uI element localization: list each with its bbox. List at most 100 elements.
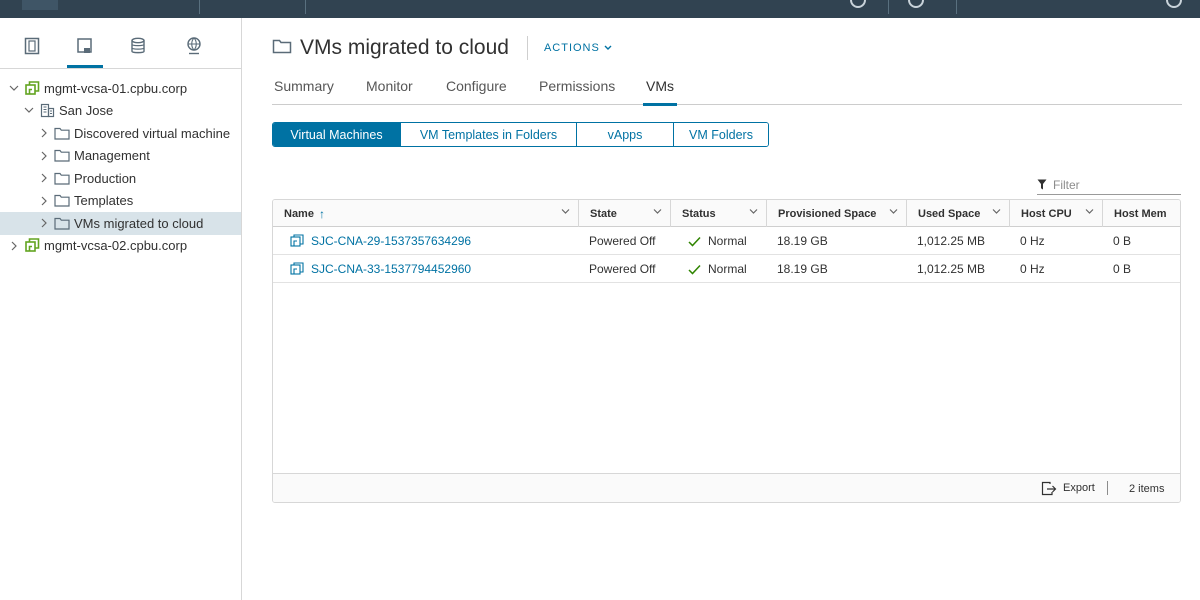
title-row: VMs migrated to cloud ACTIONS (272, 35, 612, 61)
tree-node[interactable]: mgmt-vcsa-02.cpbu.corp (0, 235, 241, 258)
actions-label: ACTIONS (543, 42, 600, 54)
chevron-down-icon[interactable] (992, 208, 1001, 215)
vcenter-icon (24, 80, 40, 96)
chevron-down-icon[interactable] (561, 208, 570, 215)
chevron-right-icon[interactable] (38, 127, 50, 139)
column-header-used-space[interactable]: Used Space (906, 200, 1009, 227)
vm-icon (290, 234, 304, 247)
folder-icon (54, 170, 70, 186)
tree-node[interactable]: Management (0, 145, 241, 168)
table-row[interactable]: SJC-CNA-33-1537794452960 Powered Off Nor… (273, 255, 1180, 283)
column-header-label: State (590, 207, 617, 220)
chevron-down-icon[interactable] (889, 208, 898, 215)
column-header-state[interactable]: State (578, 200, 670, 227)
vm-used-space-cell: 1,012.25 MB (917, 234, 986, 248)
virtual-machines-button[interactable]: Virtual Machines (273, 123, 400, 146)
vapps-button[interactable]: vApps (576, 123, 673, 146)
tree-node[interactable]: Templates (0, 190, 241, 213)
tab-summary[interactable]: Summary (274, 78, 334, 104)
vcenter-icon (24, 238, 40, 254)
column-header-provisioned-space[interactable]: Provisioned Space (766, 200, 906, 227)
header-divider (956, 0, 957, 14)
user-icon[interactable] (1166, 0, 1182, 8)
filter-input[interactable] (1053, 177, 1163, 192)
tree-node[interactable]: VMs migrated to cloud (0, 212, 241, 235)
chevron-down-icon[interactable] (1085, 208, 1094, 215)
column-header-host-mem[interactable]: Host Mem (1102, 200, 1180, 227)
actions-menu-button[interactable]: ACTIONS (544, 42, 612, 54)
export-button[interactable]: Export (1041, 479, 1095, 497)
storage-icon[interactable] (126, 34, 150, 58)
chevron-down-icon[interactable] (23, 105, 35, 117)
export-icon (1041, 481, 1057, 495)
title-divider (526, 36, 528, 60)
tree-node-label: Discovered virtual machine (74, 125, 231, 141)
tab-configure[interactable]: Configure (446, 78, 507, 104)
vm-folders-button[interactable]: VM Folders (673, 123, 768, 146)
tree-node[interactable]: mgmt-vcsa-01.cpbu.corp (0, 77, 241, 100)
tree-node-label: mgmt-vcsa-01.cpbu.corp (44, 80, 188, 96)
inventory-tree: mgmt-vcsa-01.cpbu.corp San Jose Discovered… (0, 69, 241, 257)
tree-node[interactable]: San Jose (0, 100, 241, 123)
vm-provisioned-cell: 18.19 GB (777, 262, 828, 276)
datagrid-header: Name ↑ State Status Provisioned Space Us… (273, 200, 1180, 227)
header-logo-block (22, 0, 58, 10)
chevron-down-icon[interactable] (749, 208, 758, 215)
chevron-down-icon[interactable] (8, 82, 20, 94)
help-icon[interactable] (908, 0, 924, 8)
vm-templates-button[interactable]: VM Templates in Folders (400, 123, 576, 146)
column-header-label: Status (682, 207, 716, 220)
datagrid-footer: Export 2 items (273, 473, 1180, 502)
tab-vms[interactable]: VMs (643, 78, 677, 106)
folder-icon (54, 215, 70, 231)
tab-monitor[interactable]: Monitor (366, 78, 413, 104)
tree-node-label: Management (74, 148, 150, 164)
column-header-name[interactable]: Name ↑ (273, 200, 578, 227)
tree-node[interactable]: Production (0, 167, 241, 190)
vm-status-cell: Normal (670, 227, 766, 255)
column-header-label: Used Space (918, 207, 981, 220)
vm-host-mem-cell: 0 B (1113, 234, 1132, 248)
hosts-clusters-icon[interactable] (20, 34, 44, 58)
vm-icon (290, 262, 304, 275)
vm-name-link[interactable]: SJC-CNA-29-1537357634296 (311, 234, 471, 248)
folder-icon (54, 125, 70, 141)
object-tabs: Summary Monitor Configure Permissions VM… (272, 78, 1182, 106)
column-header-host-cpu[interactable]: Host CPU (1009, 200, 1102, 227)
tree-node[interactable]: Discovered virtual machine (0, 122, 241, 145)
tab-permissions[interactable]: Permissions (539, 78, 615, 104)
chevron-down-icon (604, 45, 612, 50)
table-row[interactable]: SJC-CNA-29-1537357634296 Powered Off Nor… (273, 227, 1180, 255)
vms-templates-icon[interactable] (67, 34, 103, 68)
column-header-status[interactable]: Status (670, 200, 766, 227)
filter-icon (1037, 179, 1047, 190)
folder-icon (272, 38, 292, 59)
check-icon (688, 264, 701, 275)
navigator-sidebar: mgmt-vcsa-01.cpbu.corp San Jose Discovered… (0, 18, 242, 600)
header-divider (888, 0, 889, 14)
header-divider (199, 0, 200, 14)
tree-node-label: Templates (74, 193, 134, 209)
chevron-right-icon[interactable] (38, 150, 50, 162)
chevron-right-icon[interactable] (8, 240, 20, 252)
sync-icon[interactable] (850, 0, 866, 8)
vm-name-link[interactable]: SJC-CNA-33-1537794452960 (311, 262, 471, 276)
networking-icon[interactable] (182, 34, 206, 58)
status-text: Normal (708, 234, 747, 248)
vm-host-cpu-cell: 0 Hz (1020, 262, 1045, 276)
header-divider (305, 0, 306, 14)
column-header-label: Host CPU (1021, 207, 1072, 220)
status-text: Normal (708, 262, 747, 276)
tree-node-label: mgmt-vcsa-02.cpbu.corp (44, 238, 188, 254)
chevron-right-icon[interactable] (38, 217, 50, 229)
chevron-right-icon[interactable] (38, 172, 50, 184)
folder-icon (54, 148, 70, 164)
vm-name-cell: SJC-CNA-29-1537357634296 (273, 227, 578, 255)
chevron-down-icon[interactable] (653, 208, 662, 215)
item-count: 2 items (1129, 482, 1165, 495)
folder-icon (54, 193, 70, 209)
vm-status-cell: Normal (670, 255, 766, 283)
column-header-label: Name (284, 207, 314, 220)
chevron-right-icon[interactable] (38, 195, 50, 207)
vm-used-space-cell: 1,012.25 MB (917, 262, 986, 276)
